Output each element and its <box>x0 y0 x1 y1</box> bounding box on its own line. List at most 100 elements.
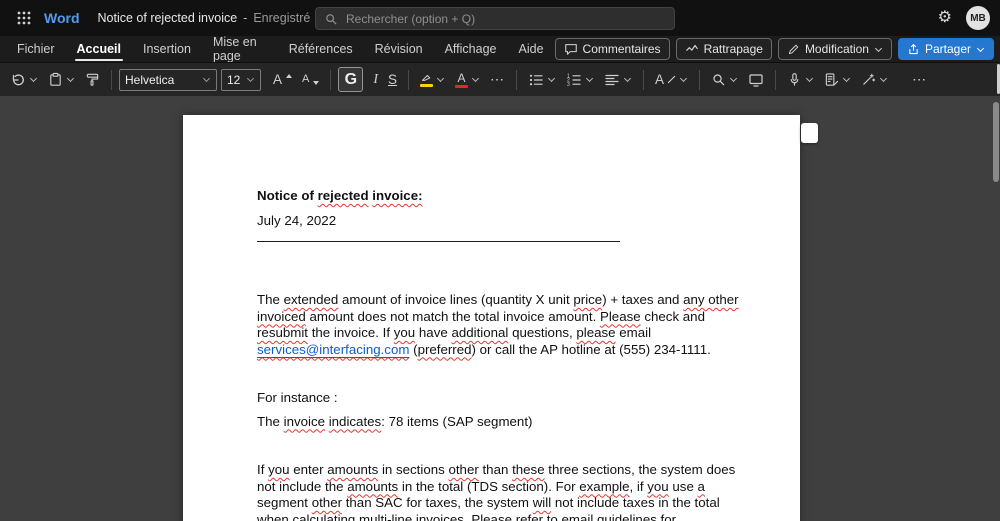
comments-button[interactable]: Commentaires <box>554 38 670 60</box>
text-run: not include taxes in the total <box>551 495 720 510</box>
styles-button[interactable]: A <box>651 67 692 93</box>
text-run: segment <box>257 495 312 510</box>
document-content: Notice of rejected invoice: July 24, 2022… <box>257 188 745 521</box>
app-brand[interactable]: Word <box>44 10 80 26</box>
font-color-icon: A <box>455 72 469 88</box>
paragraph: Notice of rejected invoice: <box>257 188 745 205</box>
text-run: resubmit <box>257 325 308 340</box>
text-run: For instance : <box>257 390 338 405</box>
dictate-button[interactable] <box>783 67 818 93</box>
divider <box>408 69 410 90</box>
avatar[interactable]: MB <box>966 6 990 30</box>
alignment-button[interactable] <box>600 67 636 93</box>
saved-status[interactable]: Enregistré <box>253 11 310 25</box>
text-run: will <box>532 495 552 510</box>
text-run: extended <box>283 292 339 307</box>
chevron-down-icon <box>471 75 480 84</box>
tab-affichage[interactable]: Affichage <box>434 36 508 62</box>
text-run: the invoice. If <box>308 325 394 340</box>
paragraph: The invoice indicates: 78 items (SAP seg… <box>257 414 745 431</box>
more-formatting-button[interactable]: ⋯ <box>486 67 509 93</box>
undo-button[interactable] <box>6 67 42 93</box>
grow-font-button[interactable]: A <box>269 67 296 93</box>
paragraph: July 24, 2022 <box>257 213 745 230</box>
paste-button[interactable] <box>44 67 79 93</box>
email-link[interactable]: services@interfacing.com <box>257 342 409 357</box>
text-run: amounts <box>327 462 379 477</box>
search-input[interactable] <box>344 10 666 27</box>
chevron-down-icon <box>29 75 38 84</box>
document-title-group[interactable]: Notice of rejected invoice - Enregistré <box>98 11 326 25</box>
undo-icon <box>12 73 24 85</box>
text-run: any other <box>683 292 739 307</box>
search-box[interactable] <box>315 7 675 30</box>
settings-gear-icon[interactable]: ⚙ <box>938 10 952 26</box>
ribbon-tabs: Fichier Accueil Insertion Mise en page R… <box>6 35 555 63</box>
chevron-down-icon <box>246 75 255 84</box>
document-title[interactable]: Notice of rejected invoice <box>98 11 238 25</box>
text-run: rejected <box>317 188 369 203</box>
text-run: If <box>257 462 269 477</box>
text-run: amount does not match the total invoice … <box>305 308 600 324</box>
bold-button[interactable]: G <box>338 67 364 92</box>
italic-button[interactable]: I <box>369 67 382 93</box>
autoformat-button[interactable] <box>857 67 892 93</box>
text-run: ) + taxes and <box>602 292 684 307</box>
chevron-down-icon <box>729 75 738 84</box>
numbered-list-icon: 1 2 3 <box>567 73 581 87</box>
shrink-font-button[interactable]: A <box>298 67 323 93</box>
divider <box>111 69 112 90</box>
reader-button[interactable] <box>744 67 768 93</box>
paragraph: For instance : <box>257 390 745 407</box>
text-run: check and <box>640 308 705 324</box>
caret-down-icon <box>313 81 320 85</box>
tab-mise-en-page[interactable]: Mise en page <box>202 35 278 63</box>
format-painter-button[interactable] <box>81 67 104 93</box>
document-page[interactable]: Notice of rejected invoice: July 24, 2022… <box>183 115 800 521</box>
document-canvas: Notice of rejected invoice: July 24, 2022… <box>0 96 1000 521</box>
toolbar-more-button[interactable]: ⋯ <box>908 67 931 93</box>
tab-aide[interactable]: Aide <box>508 36 555 62</box>
catchup-button[interactable]: Rattrapage <box>675 38 772 60</box>
underline-button[interactable]: S <box>384 67 401 93</box>
comment-icon <box>564 44 577 55</box>
bullets-button[interactable] <box>524 67 560 93</box>
tab-insertion[interactable]: Insertion <box>132 36 202 62</box>
svg-text:3: 3 <box>567 81 570 87</box>
chevron-down-icon <box>547 75 556 84</box>
pencil-icon <box>788 44 799 54</box>
editor-button[interactable] <box>820 67 855 93</box>
search-icon <box>326 13 337 24</box>
editing-mode-button[interactable]: Modification <box>777 38 892 60</box>
divider <box>330 69 332 90</box>
tab-references[interactable]: Références <box>278 36 364 62</box>
paragraph: The extended amount of invoice lines (qu… <box>257 292 745 358</box>
text-run: , if <box>629 478 648 494</box>
share-button[interactable]: Partager <box>897 38 994 60</box>
tab-fichier[interactable]: Fichier <box>6 36 66 62</box>
find-button[interactable] <box>707 67 742 93</box>
chevron-down-icon <box>805 75 814 84</box>
text-run: use <box>668 478 698 494</box>
text-run: Notice of <box>257 188 318 203</box>
text-run: additional <box>451 325 509 340</box>
highlight-button[interactable] <box>416 67 449 93</box>
ellipsis-icon: ⋯ <box>912 71 928 87</box>
vertical-scrollbar[interactable] <box>993 102 999 182</box>
font-size-select[interactable]: 12 <box>221 68 261 91</box>
tab-accueil[interactable]: Accueil <box>66 36 132 62</box>
text-run: have <box>415 325 452 340</box>
text-run: than <box>478 462 513 477</box>
divider <box>699 69 701 90</box>
font-name-select[interactable]: Helvetica <box>119 68 217 91</box>
margin-comment-card[interactable] <box>801 123 818 143</box>
tab-revision[interactable]: Révision <box>364 36 434 62</box>
app-launcher-icon[interactable] <box>10 4 38 32</box>
text-run: you <box>647 478 669 494</box>
chevron-down-icon <box>623 75 632 84</box>
numbering-button[interactable]: 1 2 3 <box>562 67 598 93</box>
font-color-button[interactable]: A <box>451 67 484 93</box>
chevron-down-icon <box>842 75 851 84</box>
bullet-list-icon <box>529 74 543 85</box>
catchup-icon <box>685 44 698 51</box>
